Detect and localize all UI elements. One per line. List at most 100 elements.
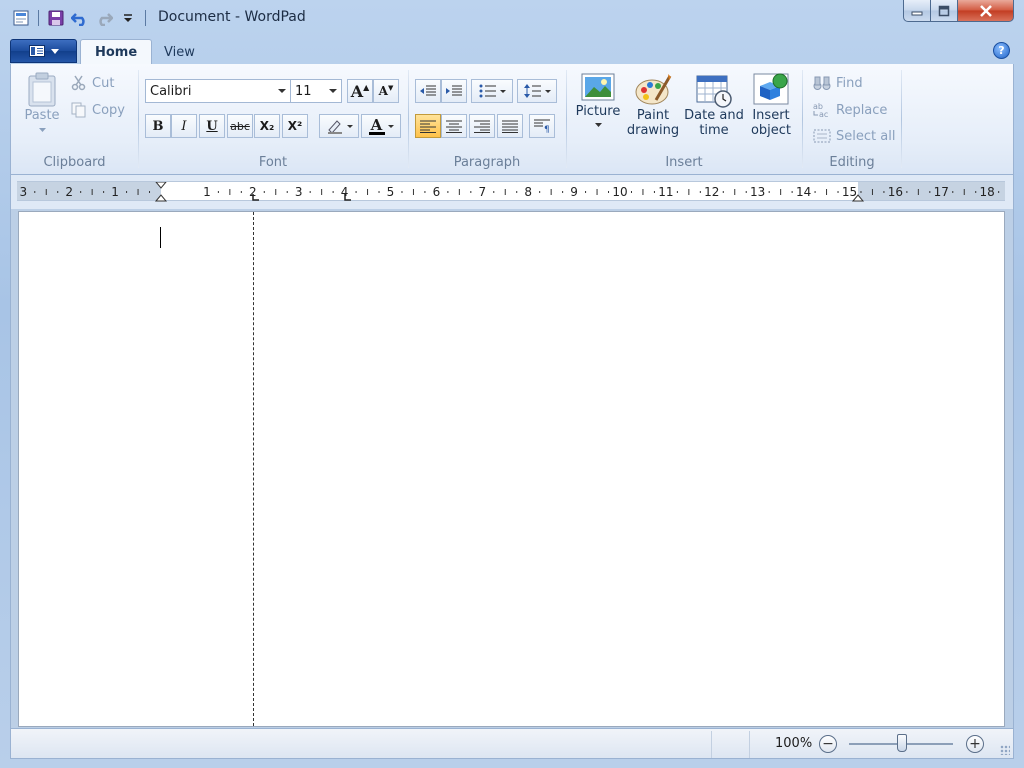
increase-indent-button[interactable] xyxy=(441,79,467,103)
font-family-value: Calibri xyxy=(150,83,192,99)
picture-label: Picture xyxy=(575,104,621,119)
group-separator xyxy=(901,70,902,168)
justify-icon xyxy=(502,120,518,133)
ruler-label: 17 xyxy=(934,185,949,199)
chevron-down-icon xyxy=(278,89,286,93)
paint-palette-icon xyxy=(635,74,672,105)
strikethrough-button[interactable]: abc xyxy=(227,114,253,138)
first-line-indent-marker[interactable] xyxy=(155,182,167,189)
bullets-button[interactable] xyxy=(471,79,513,103)
customize-qat-icon[interactable] xyxy=(117,7,139,29)
picture-button[interactable]: Picture xyxy=(573,72,623,128)
find-button[interactable]: Find xyxy=(813,72,863,94)
minimize-button[interactable] xyxy=(903,0,931,22)
justify-button[interactable] xyxy=(497,114,523,138)
insert-group-label: Insert xyxy=(665,155,703,170)
subscript-button[interactable]: X₂ xyxy=(254,114,280,138)
font-size-value: 11 xyxy=(295,83,312,99)
align-left-button[interactable] xyxy=(415,114,441,138)
zoom-slider-thumb[interactable] xyxy=(897,734,907,752)
save-icon[interactable] xyxy=(45,7,67,29)
copy-icon xyxy=(71,102,86,118)
replace-button[interactable]: ab ac Replace xyxy=(813,99,887,121)
ruler-label: 2 xyxy=(65,185,73,199)
maximize-button[interactable] xyxy=(931,0,958,22)
maximize-icon xyxy=(938,5,950,16)
paragraph-icon: ¶ xyxy=(534,119,550,133)
bold-button[interactable]: B xyxy=(145,114,171,138)
highlight-color-button[interactable] xyxy=(319,114,359,138)
calendar-clock-icon xyxy=(696,75,732,108)
picture-icon xyxy=(581,73,615,101)
cut-button[interactable]: Cut xyxy=(71,72,114,94)
insert-object-label-2: object xyxy=(750,123,792,138)
paint-drawing-label-1: Paint xyxy=(636,108,670,123)
ruler-label: 5 xyxy=(387,185,395,199)
date-time-button[interactable]: Date and time xyxy=(683,72,745,138)
paint-drawing-button[interactable]: Paint drawing xyxy=(625,72,681,138)
chevron-down-icon xyxy=(594,123,602,127)
ruler-label: 8 xyxy=(524,185,532,199)
paragraph-settings-button[interactable]: ¶ xyxy=(529,114,555,138)
chevron-down-icon xyxy=(387,124,394,128)
font-size-combo[interactable]: 11 xyxy=(290,79,342,103)
find-label: Find xyxy=(836,75,863,91)
grow-font-button[interactable]: A ▲ xyxy=(347,79,373,103)
tab-view[interactable]: View xyxy=(150,39,209,65)
italic-button[interactable]: I xyxy=(171,114,197,138)
chevron-down-icon xyxy=(499,89,506,93)
select-all-button[interactable]: Select all xyxy=(813,125,895,147)
ruler-label: 11 xyxy=(658,185,673,199)
underline-button[interactable]: U xyxy=(199,114,225,138)
resize-grip[interactable] xyxy=(1000,745,1010,755)
svg-text:ac: ac xyxy=(819,110,828,118)
zoom-in-button[interactable]: + xyxy=(966,735,984,753)
decrease-indent-icon xyxy=(420,85,436,96)
undo-icon[interactable] xyxy=(69,7,91,29)
document-page[interactable] xyxy=(18,211,1005,727)
wordpad-app-icon[interactable] xyxy=(10,7,32,29)
copy-button[interactable]: Copy xyxy=(71,99,125,121)
shrink-font-icon: A xyxy=(378,84,388,98)
status-bar: 100% − + xyxy=(10,728,1014,759)
ribbon-tab-row: Home View ? xyxy=(10,36,1014,65)
ruler-label: 1 xyxy=(203,185,211,199)
highlighter-icon xyxy=(327,120,342,134)
help-icon[interactable]: ? xyxy=(993,42,1010,59)
status-separator xyxy=(749,731,750,758)
ruler-label: 16 xyxy=(888,185,903,199)
redo-icon[interactable] xyxy=(93,7,115,29)
align-center-button[interactable] xyxy=(441,114,467,138)
line-spacing-button[interactable] xyxy=(517,79,557,103)
title-separator xyxy=(145,10,146,26)
ruler-label: 1 xyxy=(111,185,119,199)
paste-button[interactable]: Paste xyxy=(21,72,63,133)
quick-access-toolbar xyxy=(10,7,152,29)
font-family-combo[interactable]: Calibri xyxy=(145,79,291,103)
superscript-button[interactable]: X² xyxy=(282,114,308,138)
font-color-button[interactable]: A xyxy=(361,114,401,138)
font-color-swatch xyxy=(368,131,385,135)
close-button[interactable] xyxy=(958,0,1014,22)
indent-marker[interactable] xyxy=(154,194,168,202)
zoom-out-button[interactable]: − xyxy=(819,735,837,753)
tab-home[interactable]: Home xyxy=(80,39,153,65)
align-right-button[interactable] xyxy=(469,114,495,138)
font-color-icon: A xyxy=(368,117,385,135)
shrink-font-button[interactable]: A ▼ xyxy=(373,79,399,103)
paste-dropdown-icon xyxy=(38,128,46,132)
chevron-down-icon xyxy=(544,89,551,93)
ruler-label: 10 xyxy=(612,185,627,199)
ruler-ticks: 3 2 1 1 2 3 4 5 6 7 8 9 10 11 12 13 14 15 16 17 18 xyxy=(19,182,1000,202)
copy-label: Copy xyxy=(92,102,125,118)
chevron-down-icon xyxy=(346,124,353,128)
decrease-indent-button[interactable] xyxy=(415,79,441,103)
horizontal-ruler[interactable]: 3 2 1 1 2 3 4 5 6 7 8 9 10 11 12 13 14 15 16 17 18 xyxy=(17,181,1005,202)
svg-text:¶: ¶ xyxy=(544,125,550,133)
insert-object-button[interactable]: Insert object xyxy=(745,72,797,138)
replace-icon: abac xyxy=(813,102,828,118)
status-separator xyxy=(711,731,712,758)
ruler-label: 15 xyxy=(842,185,857,199)
application-menu-button[interactable] xyxy=(10,39,77,63)
align-left-icon xyxy=(420,120,436,133)
